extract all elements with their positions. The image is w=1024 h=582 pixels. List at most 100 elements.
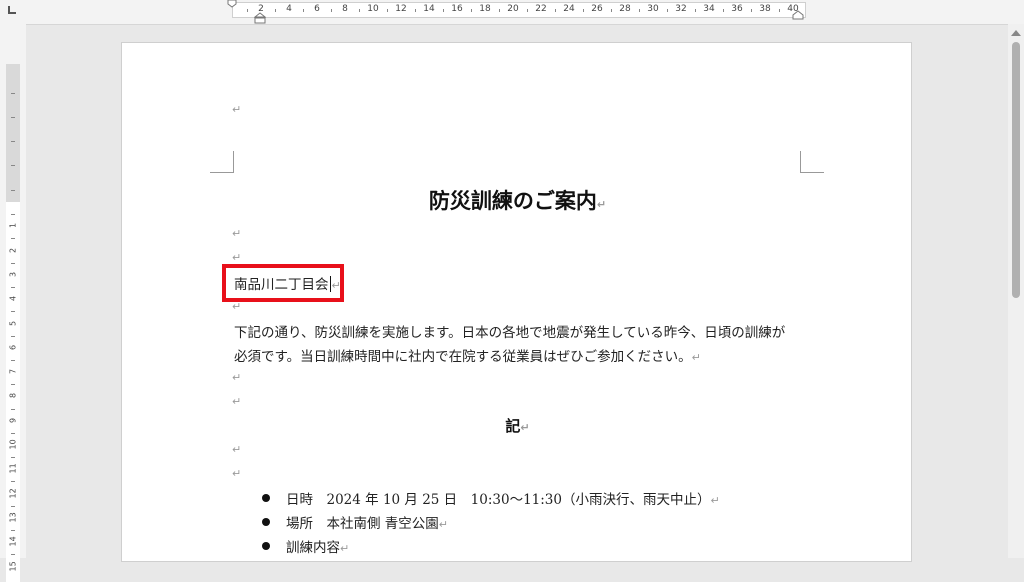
ruler-number: 15 [8,560,18,571]
bullet-icon [262,542,270,550]
ruler-tick [11,457,15,459]
ruler-tick [751,9,752,12]
ruler-tick [499,9,500,12]
left-indent-icon[interactable] [254,12,266,24]
horizontal-ruler-bar: 2 4 6 8 10 12 14 16 18 20 22 24 26 28 30 32 34 36 38 40 [0,0,1024,25]
ruler-number: 34 [703,4,715,14]
ruler-tick [611,9,612,12]
ruler-tick [331,9,332,12]
scroll-thumb[interactable] [1012,42,1020,298]
ruler-number: 20 [507,4,519,14]
vertical-scrollbar[interactable] [1008,24,1024,558]
ruler-number: 8 [8,393,18,399]
ruler-number: 6 [314,4,320,14]
ruler-tick [11,408,15,410]
ki-heading[interactable]: 記↵ [122,415,913,436]
ruler-tick [303,9,304,12]
paragraph-mark: ↵ [340,542,350,555]
ruler-tick [527,9,528,12]
tab-selector-icon[interactable] [8,6,16,14]
ruler-number: 2 [8,247,18,253]
ruler-number: 10 [8,439,18,450]
ruler-number: 9 [8,417,18,423]
list-item-text: 日時 2024 年 10 月 25 日 10:30～11:30（小雨決行、雨天中… [286,492,711,508]
highlight-box [222,264,344,302]
ruler-number: 32 [675,4,687,14]
list-item-place[interactable]: 場所 本社南側 青空公園↵ [286,512,448,532]
list-item-date[interactable]: 日時 2024 年 10 月 25 日 10:30～11:30（小雨決行、雨天中… [286,488,720,508]
ruler-tick [583,9,584,12]
ruler-number: 38 [759,4,771,14]
ruler-tick [247,9,248,12]
ruler-tick [11,287,15,289]
ruler-number: 1 [8,223,18,229]
ruler-tick [387,9,388,12]
paragraph-mark: ↵ [232,227,242,240]
paragraph-mark: ↵ [232,371,242,384]
ruler-number: 12 [395,4,407,14]
paragraph-mark: ↵ [596,198,607,211]
ruler-tick [11,481,15,483]
ki-text: 記 [505,417,521,435]
ruler-margin-area [6,64,20,202]
paragraph-mark: ↵ [232,251,242,264]
ruler-tick [11,384,15,386]
bullet-icon [262,518,270,526]
ruler-tick [11,335,15,337]
ruler-tick [555,9,556,12]
paragraph-mark: ↵ [710,494,720,507]
ruler-number: 12 [8,487,18,499]
ruler-number: 14 [423,4,435,14]
document-title[interactable]: 防災訓練のご案内↵ [122,185,913,215]
margin-corner-mark [210,151,234,173]
ruler-tick [723,9,724,12]
ruler-number: 4 [8,296,18,302]
ruler-tick [415,9,416,12]
document-page[interactable]: ↵ 防災訓練のご案内↵ ↵ ↵ 南品川二丁目会 ↵ ↵ 下記の通り、防災訓練を実施… [121,42,912,562]
ruler-number: 5 [8,320,18,326]
ruler-number: 8 [342,4,348,14]
ruler-tick [471,9,472,12]
paragraph-mark: ↵ [232,103,242,116]
paragraph-mark: ↵ [691,351,701,364]
first-line-indent-icon[interactable] [227,0,237,8]
ruler-tick [11,92,15,94]
horizontal-ruler[interactable]: 2 4 6 8 10 12 14 16 18 20 22 24 26 28 30 32 34 36 38 40 [232,2,806,18]
bullet-icon [262,494,270,502]
ruler-number: 28 [619,4,631,14]
paragraph-mark: ↵ [438,518,449,531]
ruler-tick [11,165,15,167]
scroll-up-arrow-icon[interactable] [1011,30,1021,36]
ruler-number: 16 [451,4,463,14]
ruler-tick [11,505,15,507]
ruler-tick [11,262,15,264]
ruler-number: 11 [8,463,18,474]
ruler-tick [639,9,640,12]
ruler-number: 14 [8,536,18,547]
ruler-tick [11,141,15,143]
ruler-tick [779,9,780,12]
paragraph-mark: ↵ [232,395,242,408]
ruler-tick [667,9,668,12]
vertical-ruler[interactable]: 1 2 3 4 5 6 7 8 9 10 11 12 13 14 15 [6,64,20,582]
ruler-number: 30 [647,4,659,14]
ruler-number: 24 [563,4,575,14]
ruler-number: 3 [8,271,18,277]
body-line-2[interactable]: 必須です。当日訓練時間中に社内で在院する従業員はぜひご参加ください。↵ [234,345,701,365]
body-text: 下記の通り、防災訓練を実施します。日本の各地で地震が発生している昨今、日頃の訓練… [234,325,786,341]
ruler-number: 18 [479,4,491,14]
ruler-number: 4 [286,4,292,14]
right-indent-icon[interactable] [792,10,804,20]
ruler-tick [11,189,15,191]
list-item-content[interactable]: 訓練内容↵ [286,536,349,556]
ruler-tick [359,9,360,12]
paragraph-mark: ↵ [520,421,530,434]
vertical-ruler-bar: 1 2 3 4 5 6 7 8 9 10 11 12 13 14 15 [0,24,26,582]
ruler-tick [11,359,15,361]
ruler-tick [11,554,15,556]
ruler-tick [11,311,15,313]
ruler-tick [275,9,276,12]
title-text: 防災訓練のご案内 [428,189,597,213]
ruler-tick [11,116,15,118]
body-line-1[interactable]: 下記の通り、防災訓練を実施します。日本の各地で地震が発生している昨今、日頃の訓練… [234,321,785,341]
